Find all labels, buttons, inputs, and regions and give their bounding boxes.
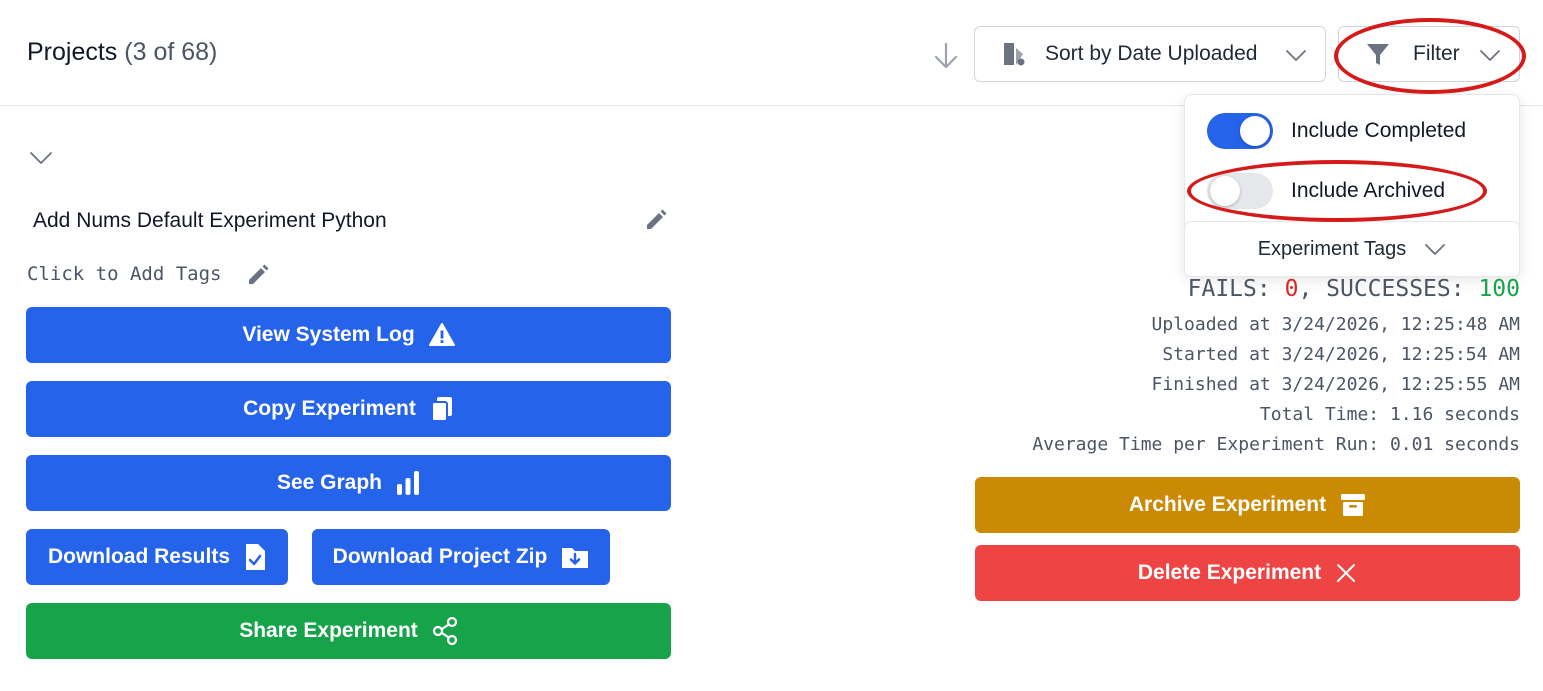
copy-experiment-label: Copy Experiment [243,397,416,420]
archive-experiment-button[interactable]: Archive Experiment [975,477,1520,533]
share-experiment-label: Share Experiment [239,619,418,642]
archive-icon [1341,494,1366,516]
delete-experiment-label: Delete Experiment [1137,561,1322,584]
chevron-down-icon [1286,50,1306,61]
include-archived-toggle[interactable] [1207,173,1273,209]
chevron-down-icon [1480,50,1500,61]
edit-name-icon[interactable] [643,207,669,233]
page-title: Projects (3 of 68) [27,38,217,67]
bar-chart-icon [397,471,420,495]
filter-button[interactable]: Filter [1338,26,1520,82]
include-completed-toggle[interactable] [1207,113,1273,149]
fails-label: FAILS: [1187,276,1285,302]
share-experiment-button[interactable]: Share Experiment [26,603,671,659]
edit-tags-icon[interactable] [245,262,271,288]
page-header: Projects (3 of 68) Sort by Date Uploaded… [0,0,1543,106]
filter-dropdown-menu: Include Completed Include Archived Exper… [1184,94,1520,277]
experiment-tags-dropdown[interactable]: Experiment Tags [1184,221,1520,277]
copy-icon [430,397,452,422]
download-project-zip-button[interactable]: Download Project Zip [312,529,610,585]
view-system-log-button[interactable]: View System Log [26,307,671,363]
include-archived-row[interactable]: Include Archived [1207,171,1445,211]
close-icon [1337,564,1356,582]
sort-direction-button[interactable] [930,40,962,72]
include-completed-row[interactable]: Include Completed [1207,111,1466,151]
experiment-tags-label: Experiment Tags [1257,237,1407,260]
file-check-icon [246,544,266,570]
sort-icon [1004,43,1025,66]
toggle-knob [1240,116,1270,146]
download-results-button[interactable]: Download Results [26,529,288,585]
sort-select-button[interactable]: Sort by Date Uploaded [974,26,1326,82]
fails-successes-summary: FAILS: 0, SUCCESSES: 100 [1188,276,1520,302]
copy-experiment-button[interactable]: Copy Experiment [26,381,671,437]
warning-icon [428,323,455,346]
see-graph-button[interactable]: See Graph [26,455,671,511]
include-completed-label: Include Completed [1291,119,1467,142]
add-tags-text[interactable]: Click to Add Tags [27,263,221,285]
collapse-chevron-icon[interactable] [28,146,54,170]
project-count: (3 of 68) [124,38,218,66]
successes-label: , SUCCESSES: [1298,276,1479,302]
sort-label: Sort by Date Uploaded [1045,42,1258,65]
toggle-knob [1210,176,1240,206]
filter-label: Filter [1413,42,1460,65]
finished-time: Finished at 3/24/2026, 12:25:55 AM [1151,374,1520,395]
download-results-label: Download Results [47,545,231,568]
include-archived-label: Include Archived [1291,179,1446,202]
arrow-down-icon [934,42,958,69]
delete-experiment-button[interactable]: Delete Experiment [975,545,1520,601]
download-project-zip-label: Download Project Zip [332,545,548,568]
average-time: Average Time per Experiment Run: 0.01 se… [1032,434,1520,455]
uploaded-time: Uploaded at 3/24/2026, 12:25:48 AM [1151,314,1520,335]
see-graph-label: See Graph [276,471,383,494]
share-icon [432,617,457,645]
fails-count: 0 [1284,276,1299,302]
page-title-text: Projects [27,38,118,66]
experiment-name: Add Nums Default Experiment Python [33,209,387,232]
total-time: Total Time: 1.16 seconds [1259,404,1520,425]
successes-count: 100 [1478,276,1520,302]
started-time: Started at 3/24/2026, 12:25:54 AM [1162,344,1520,365]
filter-icon [1367,44,1389,65]
archive-experiment-label: Archive Experiment [1128,493,1327,516]
view-system-log-label: View System Log [242,323,415,346]
folder-download-icon [562,548,589,568]
chevron-down-icon [1425,244,1446,255]
